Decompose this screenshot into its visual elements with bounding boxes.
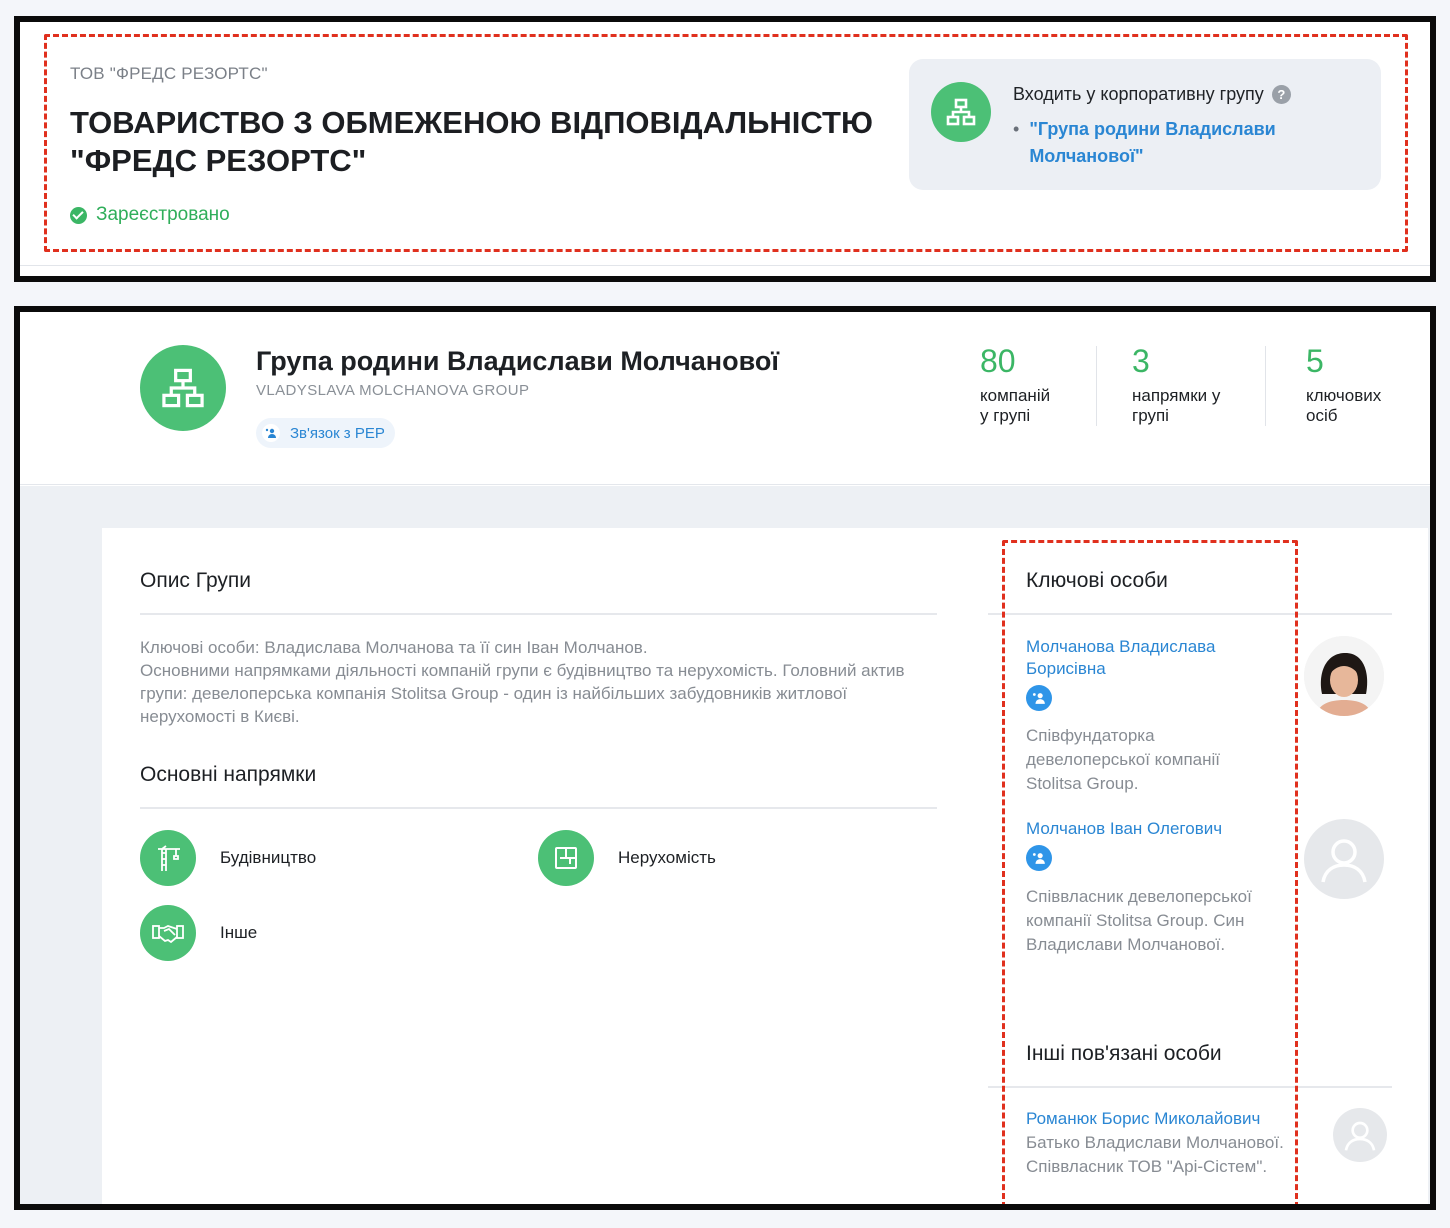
pep-link-button[interactable]: Зв'язок з PEP	[256, 418, 395, 448]
stat-companies: 80 компаній у групі	[980, 342, 1050, 426]
person-description: Батько Владислави Молчанової. Співвласни…	[1026, 1133, 1284, 1176]
divider	[988, 1086, 1392, 1088]
stat-key-persons: 5 ключових осіб	[1306, 342, 1381, 426]
status-text: Зареєстровано	[96, 204, 230, 225]
group-link-row: • "Група родини Владислави Молчанової"	[1013, 116, 1279, 170]
description-line: Основними напрямками діяльності компаній…	[140, 661, 905, 726]
check-circle-icon	[70, 206, 87, 224]
person-link-icon	[262, 424, 280, 442]
crane-icon	[140, 830, 196, 886]
direction-other: Інше	[140, 905, 257, 961]
divider	[140, 807, 937, 809]
bullet: •	[1013, 119, 1020, 139]
description-line: Ключові особи: Владислава Молчанова та ї…	[140, 638, 648, 657]
group-label: Входить у корпоративну групу ?	[1013, 84, 1291, 105]
pep-icon[interactable]	[1026, 685, 1052, 711]
divider	[1096, 346, 1097, 426]
status-badge: Зареєстровано	[70, 204, 230, 226]
help-icon[interactable]: ?	[1271, 85, 1291, 104]
company-full-name: ТОВАРИСТВО З ОБМЕЖЕНОЮ ВІДПОВІДАЛЬНІСТЮ …	[70, 105, 873, 178]
person-name-link[interactable]: Молчанова Владислава Борисівна	[1026, 636, 1246, 680]
stat-number: 5	[1306, 343, 1324, 379]
direction-construction: Будівництво	[140, 830, 316, 886]
company-short-name: ТОВ "ФРЕДС РЕЗОРТС"	[70, 64, 268, 83]
stat-number: 3	[1132, 343, 1150, 379]
pep-icon[interactable]	[1026, 845, 1052, 871]
directions-title: Основні напрямки	[140, 763, 317, 786]
person-name-link[interactable]: Романюк Борис Миколайович	[1026, 1108, 1288, 1130]
hierarchy-icon	[931, 82, 991, 142]
direction-label: Інше	[220, 923, 258, 942]
direction-label: Нерухомість	[618, 848, 716, 867]
stat-label: напрямки у групі	[1132, 386, 1221, 425]
person-description: Співвласник девелоперської компанії Stol…	[1026, 887, 1252, 954]
person-description: Співфундаторка девелоперської компанії S…	[1026, 726, 1220, 793]
floorplan-icon	[538, 830, 594, 886]
handshake-icon	[140, 905, 196, 961]
avatar-placeholder-icon[interactable]	[1304, 819, 1384, 899]
avatar[interactable]	[1304, 636, 1384, 716]
group-subtitle: VLADYSLAVA MOLCHANOVA GROUP	[256, 382, 530, 399]
group-link[interactable]: "Група родини Владислави Молчанової"	[1029, 116, 1279, 170]
direction-real-estate: Нерухомість	[538, 830, 716, 886]
group-page-panel: Група родини Владислави Молчанової VLADY…	[14, 306, 1436, 1210]
group-description: Ключові особи: Владислава Молчанова та ї…	[140, 636, 920, 728]
avatar-placeholder-icon[interactable]	[1333, 1108, 1387, 1162]
description-title: Опис Групи	[140, 569, 252, 592]
group-header: Група родини Владислави Молчанової VLADY…	[20, 312, 1430, 485]
group-label-text: Входить у корпоративну групу	[1013, 84, 1264, 104]
divider	[1265, 346, 1266, 426]
direction-label: Будівництво	[220, 848, 317, 867]
other-persons-title: Інші пов'язані особи	[1026, 1042, 1222, 1065]
person-name-link[interactable]: Молчанов Іван Олегович	[1026, 818, 1256, 840]
stat-number: 80	[980, 343, 1016, 379]
stat-label: ключових осіб	[1306, 386, 1382, 425]
pep-link-label: Зв'язок з PEP	[290, 424, 385, 442]
divider	[140, 613, 937, 615]
stat-label: компаній у групі	[980, 386, 1051, 425]
group-title: Група родини Владислави Молчанової	[256, 346, 779, 376]
divider	[988, 613, 1392, 615]
divider	[20, 265, 1430, 266]
company-header-panel: ТОВ "ФРЕДС РЕЗОРТС" ТОВАРИСТВО З ОБМЕЖЕН…	[14, 16, 1436, 282]
key-persons-title: Ключові особи	[1026, 569, 1168, 592]
corporate-group-box: Входить у корпоративну групу ? • "Група …	[909, 59, 1381, 190]
hierarchy-icon	[140, 345, 226, 431]
stat-directions: 3 напрямки у групі	[1132, 342, 1220, 426]
